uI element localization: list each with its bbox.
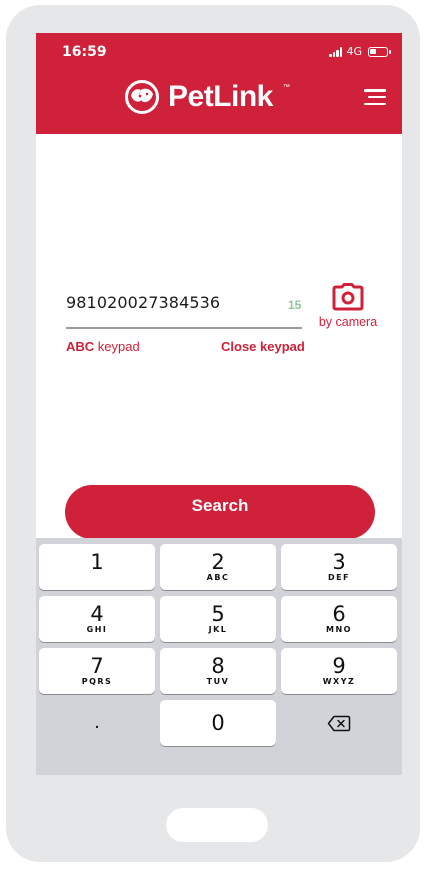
scan-by-camera-button[interactable]: by camera [306, 283, 390, 329]
app-screen: 16:59 4G PetLink™ 15 ABC keypad Clo [36, 33, 402, 775]
keypad-row: 4 GHI 5 JKL 6 MNO [39, 596, 400, 642]
input-underline [66, 327, 302, 329]
microchip-number-input[interactable] [66, 287, 266, 317]
character-count: 15 [288, 298, 302, 312]
backspace-key[interactable] [281, 700, 397, 746]
pet-logo-icon [125, 80, 159, 114]
keypad-row: . 0 [39, 700, 400, 746]
key-5[interactable]: 5 JKL [160, 596, 276, 642]
keypad-row: 7 PQRS 8 TUV 9 WXYZ [39, 648, 400, 694]
backspace-icon [327, 715, 351, 731]
keypad-row: 1 2 ABC 3 DEF [39, 544, 400, 590]
key-1[interactable]: 1 [39, 544, 155, 590]
close-keypad-link[interactable]: Close keypad [221, 339, 305, 354]
key-3[interactable]: 3 DEF [281, 544, 397, 590]
camera-label: by camera [318, 315, 378, 329]
camera-icon [332, 283, 364, 311]
key-8[interactable]: 8 TUV [160, 648, 276, 694]
key-7[interactable]: 7 PQRS [39, 648, 155, 694]
status-time: 16:59 [62, 44, 107, 60]
microchip-input-row [66, 287, 306, 317]
signal-icon [329, 46, 343, 57]
status-indicators: 4G [329, 45, 391, 58]
search-button[interactable]: Search [65, 485, 375, 539]
key-0[interactable]: 0 [160, 700, 276, 746]
hamburger-menu-icon[interactable] [364, 89, 386, 105]
petlink-logo: PetLink ™ [124, 79, 290, 115]
key-6[interactable]: 6 MNO [281, 596, 397, 642]
abc-label: ABC [66, 339, 95, 354]
numeric-keypad: 1 2 ABC 3 DEF 4 GHI 5 JKL 6 MNO 7 PQRS 8 TUV 9W… [36, 538, 402, 775]
key-4[interactable]: 4 GHI [39, 596, 155, 642]
home-button[interactable] [166, 808, 268, 842]
app-header: 16:59 4G PetLink ™ [36, 33, 402, 134]
logo-trademark: ™ [282, 83, 290, 91]
network-type: 4G [346, 45, 362, 58]
battery-icon [368, 46, 391, 57]
key-2[interactable]: 2 ABC [160, 544, 276, 590]
key-9[interactable]: 9 WXYZ [281, 648, 397, 694]
key-dot[interactable]: . [39, 700, 155, 746]
logo-text: PetLink [168, 80, 273, 113]
abc-keypad-link[interactable]: ABC keypad [66, 339, 140, 354]
keypad-label: keypad [94, 339, 140, 354]
